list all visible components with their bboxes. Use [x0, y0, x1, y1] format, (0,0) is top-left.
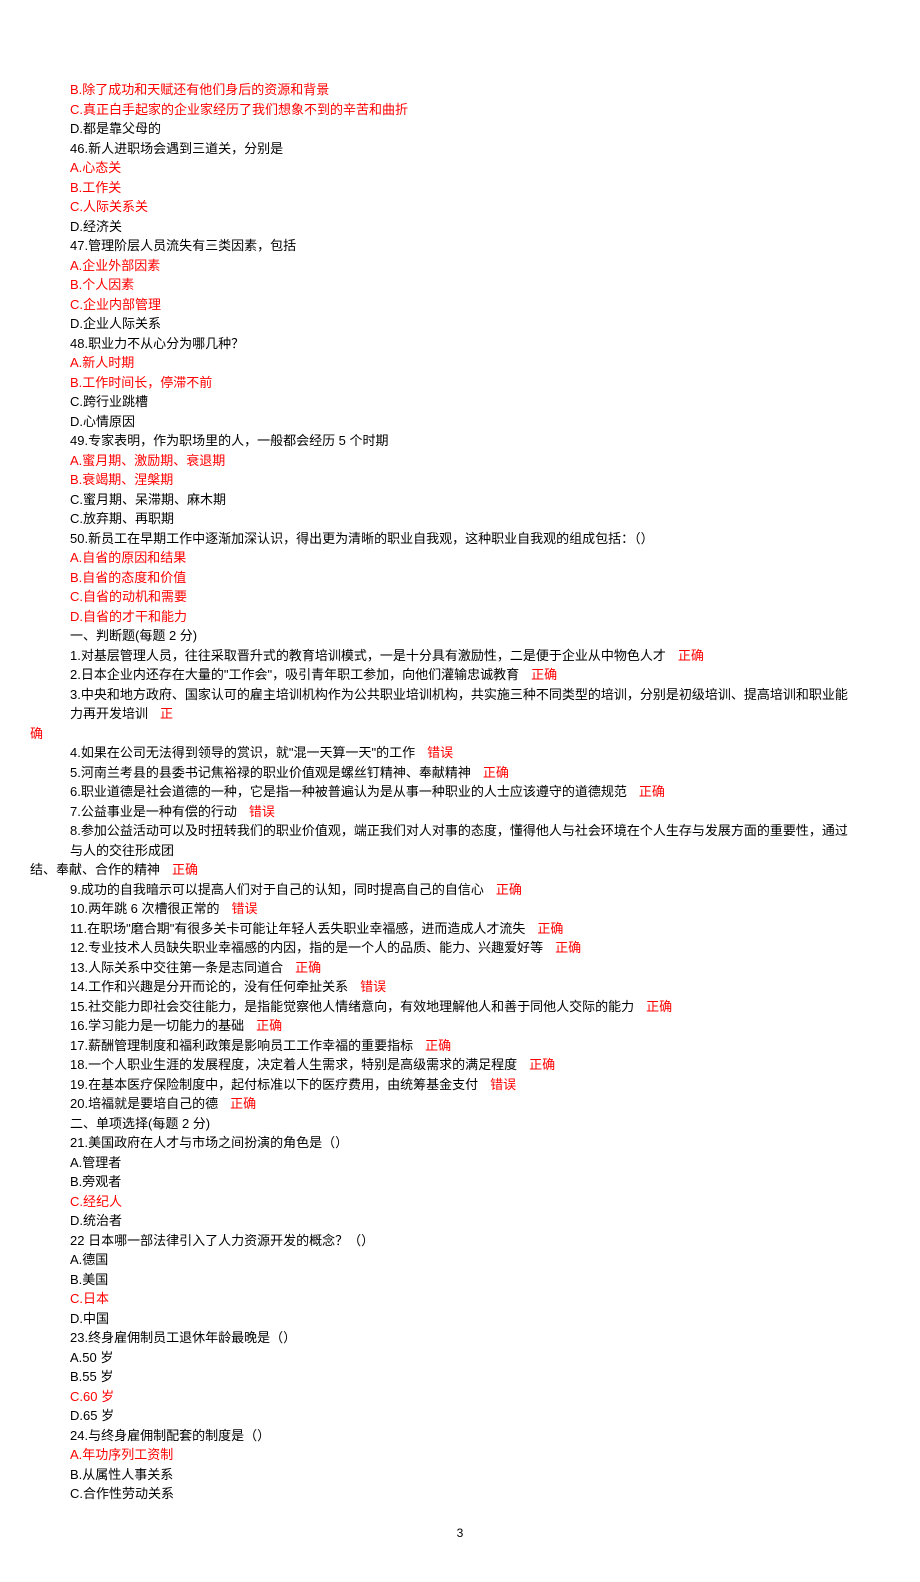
- text-line: B.美国: [70, 1270, 850, 1290]
- text-line: 6.职业道德是社会道德的一种，它是指一种被普遍认为是从事一种职业的人士应该遵守的…: [70, 782, 850, 802]
- text-line: 15.社交能力即社会交往能力，是指能觉察他人情绪意向，有效地理解他人和善于同他人…: [70, 997, 850, 1017]
- text-line: 47.管理阶层人员流失有三类因素，包括: [70, 236, 850, 256]
- text-line: 12.专业技术人员缺失职业幸福感的内因，指的是一个人的品质、能力、兴趣爱好等正确: [70, 938, 850, 958]
- text-line: D.自省的才干和能力: [70, 607, 850, 627]
- page-number: 3: [70, 1524, 850, 1542]
- text-line: B.55 岁: [70, 1367, 850, 1387]
- text-line: 9.成功的自我暗示可以提高人们对于自己的认知，同时提高自己的自信心正确: [70, 880, 850, 900]
- text-line: A.年功序列工资制: [70, 1445, 850, 1465]
- text-line: 2.日本企业内还存在大量的"工作会"，吸引青年职工参加，向他们灌输忠诚教育正确: [70, 665, 850, 685]
- text-line: 13.人际关系中交往第一条是志同道合正确: [70, 958, 850, 978]
- text-line: 11.在职场"磨合期"有很多关卡可能让年轻人丢失职业幸福感，进而造成人才流失正确: [70, 919, 850, 939]
- answer-mark: 正确: [529, 1057, 555, 1072]
- text-line: D.中国: [70, 1309, 850, 1329]
- text-line: C.真正白手起家的企业家经历了我们想象不到的辛苦和曲折: [70, 100, 850, 120]
- text-line-wrap: 确: [30, 724, 850, 744]
- text-line: B.工作关: [70, 178, 850, 198]
- text-line: C.日本: [70, 1289, 850, 1309]
- answer-mark: 正确: [678, 648, 704, 663]
- answer-mark: 错误: [232, 901, 258, 916]
- text-line: D.都是靠父母的: [70, 119, 850, 139]
- answer-mark: 错误: [490, 1077, 516, 1092]
- text-line: A.管理者: [70, 1153, 850, 1173]
- text-line: A.德国: [70, 1250, 850, 1270]
- text-line: D.65 岁: [70, 1406, 850, 1426]
- text-line: A.50 岁: [70, 1348, 850, 1368]
- answer-mark: 错误: [360, 979, 386, 994]
- text-line: C.人际关系关: [70, 197, 850, 217]
- answer-mark: 正确: [230, 1096, 256, 1111]
- text-line: 19.在基本医疗保险制度中，起付标准以下的医疗费用，由统筹基金支付错误: [70, 1075, 850, 1095]
- text-line: C.放弃期、再职期: [70, 509, 850, 529]
- text-line: 49.专家表明，作为职场里的人，一般都会经历 5 个时期: [70, 431, 850, 451]
- text-line: 20.培福就是要培自己的德正确: [70, 1094, 850, 1114]
- text-line: D.企业人际关系: [70, 314, 850, 334]
- document-content: B.除了成功和天赋还有他们身后的资源和背景C.真正白手起家的企业家经历了我们想象…: [70, 80, 850, 1504]
- answer-mark: 正确: [537, 921, 563, 936]
- text-line: 16.学习能力是一切能力的基础正确: [70, 1016, 850, 1036]
- text-line: 5.河南兰考县的县委书记焦裕禄的职业价值观是螺丝钉精神、奉献精神正确: [70, 763, 850, 783]
- text-line: 7.公益事业是一种有偿的行动错误: [70, 802, 850, 822]
- text-line: A.新人时期: [70, 353, 850, 373]
- text-line: A.企业外部因素: [70, 256, 850, 276]
- answer-mark: 正确: [646, 999, 672, 1014]
- text-line: A.蜜月期、激励期、衰退期: [70, 451, 850, 471]
- text-line: C.企业内部管理: [70, 295, 850, 315]
- text-line: 48.职业力不从心分为哪几种？: [70, 334, 850, 354]
- answer-mark: 错误: [249, 804, 275, 819]
- text-line: 二、单项选择(每题 2 分): [70, 1114, 850, 1134]
- text-line: 18.一个人职业生涯的发展程度，决定着人生需求，特别是高级需求的满足程度正确: [70, 1055, 850, 1075]
- answer-mark: 正确: [425, 1038, 451, 1053]
- answer-mark: 正确: [555, 940, 581, 955]
- text-line-wrap: 结、奉献、合作的精神正确: [30, 860, 850, 880]
- text-line: D.统治者: [70, 1211, 850, 1231]
- text-line: 50.新员工在早期工作中逐渐加深认识，得出更为清晰的职业自我观，这种职业自我观的…: [70, 529, 850, 549]
- text-line: B.个人因素: [70, 275, 850, 295]
- text-line: 8.参加公益活动可以及时扭转我们的职业价值观，端正我们对人对事的态度，懂得他人与…: [70, 821, 850, 860]
- text-line: C.蜜月期、呆滞期、麻木期: [70, 490, 850, 510]
- text-line: D.心情原因: [70, 412, 850, 432]
- answer-mark: 正确: [295, 960, 321, 975]
- answer-mark: 正确: [531, 667, 557, 682]
- text-line: C.经纪人: [70, 1192, 850, 1212]
- text-line: 24.与终身雇佣制配套的制度是（）: [70, 1426, 850, 1446]
- text-line: A.心态关: [70, 158, 850, 178]
- text-line: 4.如果在公司无法得到领导的赏识，就"混一天算一天"的工作错误: [70, 743, 850, 763]
- answer-mark: 正: [160, 706, 173, 721]
- text-line: 23.终身雇佣制员工退休年龄最晚是（）: [70, 1328, 850, 1348]
- text-line: A.自省的原因和结果: [70, 548, 850, 568]
- answer-mark: 正确: [639, 784, 665, 799]
- text-line: 46.新人进职场会遇到三道关，分别是: [70, 139, 850, 159]
- text-line: 1.对基层管理人员，往往采取晋升式的教育培训模式，一是十分具有激励性，二是便于企…: [70, 646, 850, 666]
- text-line: B.工作时间长，停滞不前: [70, 373, 850, 393]
- text-line: B.旁观者: [70, 1172, 850, 1192]
- text-line: B.自省的态度和价值: [70, 568, 850, 588]
- answer-mark: 正确: [172, 862, 198, 877]
- text-line: B.从属性人事关系: [70, 1465, 850, 1485]
- answer-mark: 正确: [483, 765, 509, 780]
- text-line: C.自省的动机和需要: [70, 587, 850, 607]
- text-line: B.衰竭期、涅槃期: [70, 470, 850, 490]
- answer-mark: 正确: [496, 882, 522, 897]
- text-line: 22 日本哪一部法律引入了人力资源开发的概念？（）: [70, 1231, 850, 1251]
- answer-mark: 错误: [427, 745, 453, 760]
- text-line: C.合作性劳动关系: [70, 1484, 850, 1504]
- text-line: C.60 岁: [70, 1387, 850, 1407]
- text-line: 3.中央和地方政府、国家认可的雇主培训机构作为公共职业培训机构，共实施三种不同类…: [70, 685, 850, 724]
- answer-mark: 正确: [256, 1018, 282, 1033]
- text-line: 14.工作和兴趣是分开而论的，没有任何牵扯关系错误: [70, 977, 850, 997]
- text-line: C.跨行业跳槽: [70, 392, 850, 412]
- text-line: 21.美国政府在人才与市场之间扮演的角色是（）: [70, 1133, 850, 1153]
- text-line: 一、判断题(每题 2 分): [70, 626, 850, 646]
- text-line: 17.薪酬管理制度和福利政策是影响员工工作幸福的重要指标正确: [70, 1036, 850, 1056]
- text-line: 10.两年跳 6 次槽很正常的错误: [70, 899, 850, 919]
- text-line: B.除了成功和天赋还有他们身后的资源和背景: [70, 80, 850, 100]
- text-line: D.经济关: [70, 217, 850, 237]
